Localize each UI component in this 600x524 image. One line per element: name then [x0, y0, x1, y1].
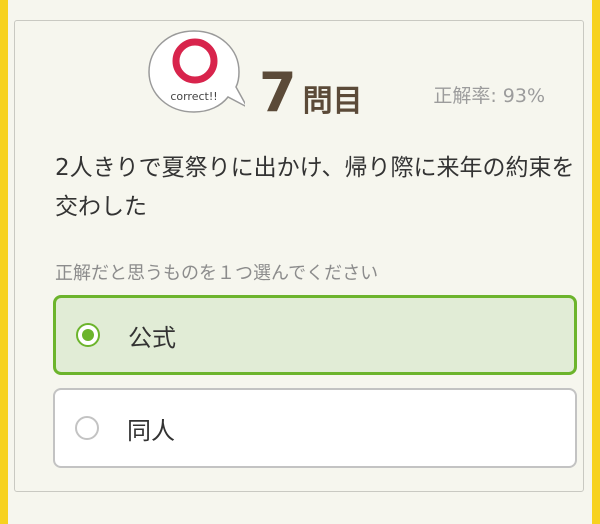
question-text: 2人きりで夏祭りに出かけ、帰り際に来年の約束を交わした — [55, 155, 575, 220]
quiz-card: correct!! 7 問目 正解率: 93% 2人きりで夏祭りに出かけ、帰り際… — [14, 20, 584, 492]
question-number: 7 問目 — [259, 63, 363, 123]
option-official[interactable]: 公式 — [53, 295, 577, 375]
correct-badge-icon: correct!! — [148, 30, 245, 113]
question-number-value: 7 — [259, 61, 297, 124]
instruction-text: 正解だと思うものを１つ選んでください — [55, 263, 379, 284]
radio-selected-icon[interactable] — [76, 323, 100, 347]
option-label: 公式 — [128, 323, 176, 352]
radio-unselected-icon[interactable] — [75, 416, 99, 440]
correct-label: correct!! — [170, 90, 217, 103]
option-doujin[interactable]: 同人 — [53, 388, 577, 468]
option-label: 同人 — [127, 416, 175, 445]
accuracy-rate: 正解率: 93% — [433, 85, 545, 107]
question-number-suffix: 問目 — [302, 84, 363, 119]
